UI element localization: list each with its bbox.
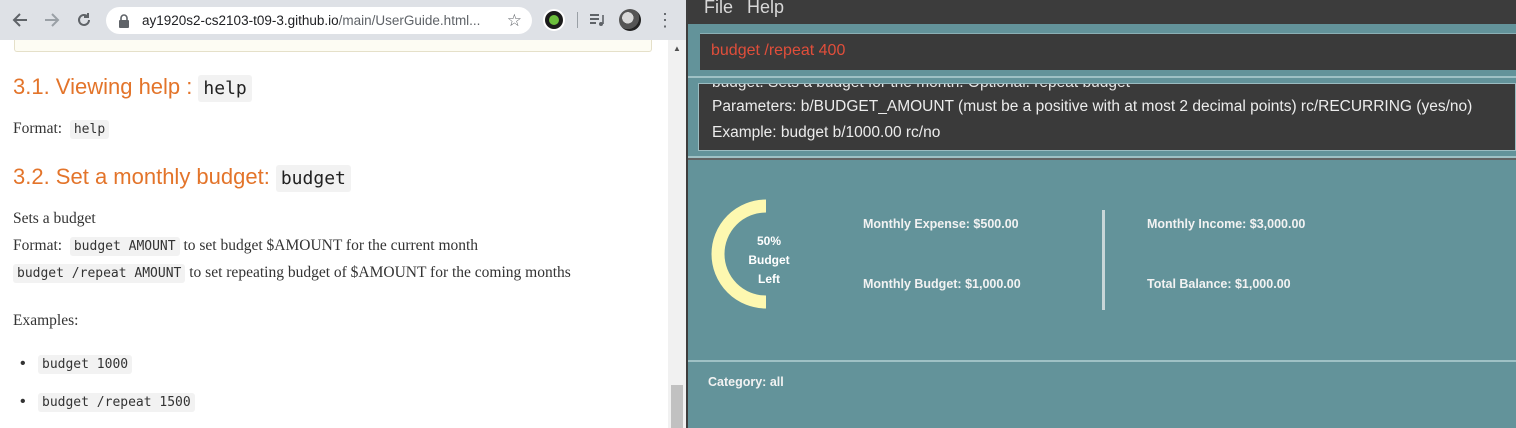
lock-icon — [118, 13, 132, 28]
command-input[interactable]: budget /repeat 400 — [700, 33, 1516, 70]
browser-toolbar: ay1920s2-cs2103-t09-3.github.io/main/Use… — [0, 0, 686, 40]
examples-list: budget 1000 budget /repeat 1500 — [20, 352, 195, 428]
back-arrow-icon[interactable] — [6, 6, 34, 34]
bookmark-star-icon[interactable]: ☆ — [507, 11, 522, 31]
list-item: budget 1000 — [20, 352, 195, 390]
url-text: ay1920s2-cs2103-t09-3.github.io/main/Use… — [142, 13, 481, 28]
result-example-line: Example: budget b/1000.00 rc/no — [712, 124, 941, 141]
scrollbar-thumb[interactable] — [671, 385, 683, 428]
donut-percent: 50% — [756, 234, 782, 248]
help-format: Format: help — [13, 120, 110, 139]
media-control-icon[interactable] — [589, 12, 605, 28]
menu-help[interactable]: Help — [747, 0, 784, 18]
result-display-area: budget: Sets a budget for the month. Opt… — [688, 78, 1516, 158]
previous-section-card — [14, 40, 652, 52]
heading-set-budget: 3.2. Set a monthly budget: budget — [13, 164, 351, 192]
forward-arrow-icon[interactable] — [38, 6, 66, 34]
result-display[interactable]: budget: Sets a budget for the month. Opt… — [698, 83, 1516, 151]
monthly-expense: Monthly Expense: $500.00 — [863, 217, 1019, 231]
examples-label: Examples: — [13, 312, 79, 329]
total-balance: Total Balance: $1,000.00 — [1147, 277, 1291, 291]
monthly-budget: Monthly Budget: $1,000.00 — [863, 277, 1021, 291]
budget-repeat-format: budget /repeat AMOUNT to set repeating b… — [13, 264, 571, 283]
stats-divider — [1102, 210, 1105, 310]
budget-description: Sets a budget — [13, 210, 96, 227]
address-bar[interactable]: ay1920s2-cs2103-t09-3.github.io/main/Use… — [106, 7, 532, 34]
menu-bar: File Help — [688, 0, 1516, 24]
command-box-area: budget /repeat 400 — [688, 24, 1516, 78]
extension-icon[interactable] — [543, 9, 565, 31]
scroll-up-arrow-icon[interactable]: ▲ — [673, 44, 681, 53]
result-parameters-line: Parameters: b/BUDGET_AMOUNT (must be a p… — [712, 98, 1473, 115]
budget-app-window: File Help budget /repeat 400 budget: Set… — [686, 0, 1516, 428]
donut-text-budget: Budget — [748, 253, 790, 267]
command-input-text: budget /repeat 400 — [711, 42, 846, 59]
page-scrollbar[interactable]: ▲ — [668, 40, 686, 428]
menu-file[interactable]: File — [704, 0, 733, 18]
user-guide-page: 3.1. Viewing help : help Format: help 3.2… — [0, 40, 668, 428]
heading-viewing-help: 3.1. Viewing help : help — [13, 74, 252, 102]
category-label: Category: all — [708, 375, 784, 389]
category-panel — [688, 362, 1516, 428]
list-item: budget /repeat 1500 — [20, 390, 195, 428]
donut-label: 50% Budget Left — [736, 232, 802, 289]
budget-stats-panel: 50% Budget Left Monthly Expense: $500.00… — [688, 160, 1516, 360]
browser-window: ay1920s2-cs2103-t09-3.github.io/main/Use… — [0, 0, 686, 428]
divider-line — [688, 156, 1516, 158]
more-menu-icon[interactable]: ⋮ — [656, 10, 674, 31]
result-partial-line: budget: Sets a budget for the month. Opt… — [712, 84, 1130, 92]
toolbar-separator — [577, 12, 578, 28]
reload-icon[interactable] — [70, 6, 98, 34]
monthly-income: Monthly Income: $3,000.00 — [1147, 217, 1306, 231]
profile-avatar[interactable] — [619, 9, 641, 31]
donut-text-left: Left — [758, 272, 780, 286]
budget-format: Format: budget AMOUNT to set budget $AMO… — [13, 237, 479, 256]
